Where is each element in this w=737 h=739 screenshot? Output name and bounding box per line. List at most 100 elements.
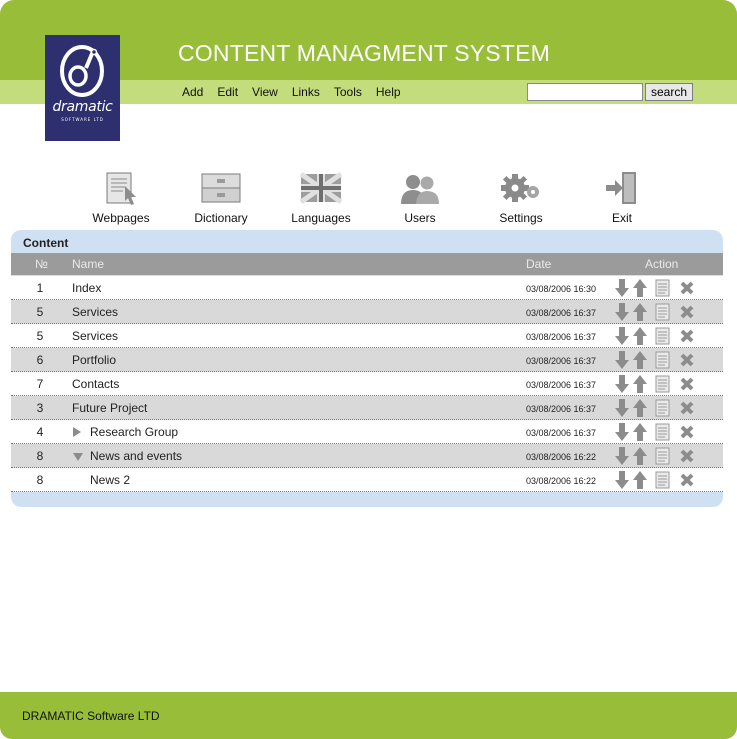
- toolbar-label: Dictionary: [194, 211, 248, 225]
- move-down-icon[interactable]: [615, 423, 629, 441]
- table-row[interactable]: 5 Services 03/08/2006 16:37: [11, 324, 723, 348]
- row-date: 03/08/2006 16:37: [526, 332, 597, 342]
- row-actions: [615, 399, 699, 417]
- toolbar-label: Webpages: [92, 211, 150, 225]
- toolbar-exit[interactable]: Exit: [582, 170, 662, 225]
- row-name[interactable]: Portfolio: [72, 353, 116, 367]
- move-down-icon[interactable]: [615, 279, 629, 297]
- move-up-icon[interactable]: [633, 303, 647, 321]
- row-name[interactable]: Research Group: [90, 425, 178, 439]
- row-number: 1: [36, 281, 44, 295]
- edit-document-icon[interactable]: [655, 279, 671, 297]
- menu-item-view[interactable]: View: [252, 85, 278, 99]
- edit-document-icon[interactable]: [655, 375, 671, 393]
- toolbar-languages[interactable]: Languages: [281, 170, 361, 225]
- row-name[interactable]: Services: [72, 305, 118, 319]
- logo-subtitle: SOFTWARE LTD: [61, 117, 104, 122]
- menu-item-tools[interactable]: Tools: [334, 85, 362, 99]
- gears-icon: [501, 174, 539, 202]
- toolbar-users[interactable]: Users: [380, 170, 460, 225]
- toolbar-label: Settings: [499, 211, 543, 225]
- row-name[interactable]: Services: [72, 329, 118, 343]
- footer-text: DRAMATIC Software LTD: [22, 709, 160, 723]
- edit-document-icon[interactable]: [655, 351, 671, 369]
- menu-item-links[interactable]: Links: [292, 85, 320, 99]
- move-down-icon[interactable]: [615, 447, 629, 465]
- content-title: Content: [23, 236, 69, 250]
- table-row[interactable]: 4 Research Group 03/08/2006 16:37: [11, 420, 723, 444]
- toolbar-label: Exit: [611, 211, 632, 225]
- row-number: 7: [36, 377, 44, 391]
- table-row[interactable]: 1 Index 03/08/2006 16:30: [11, 276, 723, 300]
- move-up-icon[interactable]: [633, 471, 647, 489]
- row-date: 03/08/2006 16:37: [526, 356, 597, 366]
- row-number: 8: [36, 449, 44, 463]
- edit-document-icon[interactable]: [655, 303, 671, 321]
- toolbar-label: Users: [404, 211, 436, 225]
- move-down-icon[interactable]: [615, 327, 629, 345]
- row-name[interactable]: Future Project: [72, 401, 147, 415]
- delete-icon[interactable]: [679, 375, 695, 393]
- row-number: 5: [36, 305, 44, 319]
- delete-icon[interactable]: [679, 423, 695, 441]
- move-down-icon[interactable]: [615, 303, 629, 321]
- column-header-date: Date: [526, 257, 552, 271]
- row-name[interactable]: News and events: [90, 449, 182, 463]
- move-up-icon[interactable]: [633, 447, 647, 465]
- move-down-icon[interactable]: [615, 471, 629, 489]
- delete-icon[interactable]: [679, 471, 695, 489]
- move-down-icon[interactable]: [615, 375, 629, 393]
- delete-icon[interactable]: [679, 351, 695, 369]
- logo-wordmark: dramatic: [52, 99, 113, 115]
- move-up-icon[interactable]: [633, 375, 647, 393]
- move-up-icon[interactable]: [633, 399, 647, 417]
- edit-document-icon[interactable]: [655, 471, 671, 489]
- row-date: 03/08/2006 16:37: [526, 404, 597, 414]
- search-input[interactable]: [527, 83, 643, 101]
- delete-icon[interactable]: [679, 327, 695, 345]
- move-up-icon[interactable]: [633, 327, 647, 345]
- menu-item-edit[interactable]: Edit: [217, 85, 238, 99]
- row-name[interactable]: Index: [72, 281, 101, 295]
- search-button[interactable]: search: [645, 83, 693, 101]
- row-name[interactable]: Contacts: [72, 377, 119, 391]
- move-up-icon[interactable]: [633, 279, 647, 297]
- table-row[interactable]: 3 Future Project 03/08/2006 16:37: [11, 396, 723, 420]
- edit-document-icon[interactable]: [655, 399, 671, 417]
- move-down-icon[interactable]: [615, 351, 629, 369]
- delete-icon[interactable]: [679, 447, 695, 465]
- column-header-action: Action: [645, 257, 679, 271]
- row-name[interactable]: News 2: [90, 473, 130, 487]
- row-date: 03/08/2006 16:22: [526, 476, 597, 486]
- row-date: 03/08/2006 16:30: [526, 284, 597, 294]
- row-number: 4: [36, 425, 44, 439]
- exit-door-icon: [606, 172, 636, 204]
- table-row[interactable]: 8 News 2 03/08/2006 16:22: [11, 468, 723, 492]
- move-up-icon[interactable]: [633, 423, 647, 441]
- dramatic-logo[interactable]: dramatic SOFTWARE LTD: [45, 35, 120, 141]
- toolbar-webpages[interactable]: Webpages: [81, 170, 161, 225]
- row-date: 03/08/2006 16:37: [526, 428, 597, 438]
- row-actions: [615, 303, 699, 321]
- edit-document-icon[interactable]: [655, 423, 671, 441]
- expand-arrow-icon[interactable]: [72, 426, 82, 438]
- delete-icon[interactable]: [679, 399, 695, 417]
- table-row[interactable]: 8 News and events 03/08/2006 16:22: [11, 444, 723, 468]
- edit-document-icon[interactable]: [655, 447, 671, 465]
- delete-icon[interactable]: [679, 279, 695, 297]
- delete-icon[interactable]: [679, 303, 695, 321]
- webpages-icon: [106, 172, 136, 205]
- table-row[interactable]: 7 Contacts 03/08/2006 16:37: [11, 372, 723, 396]
- toolbar-settings[interactable]: Settings: [481, 170, 561, 225]
- row-actions: [615, 351, 699, 369]
- table-row[interactable]: 5 Services 03/08/2006 16:37: [11, 300, 723, 324]
- move-down-icon[interactable]: [615, 399, 629, 417]
- menu-item-help[interactable]: Help: [376, 85, 401, 99]
- table-row[interactable]: 6 Portfolio 03/08/2006 16:37: [11, 348, 723, 372]
- toolbar-dictionary[interactable]: Dictionary: [181, 170, 261, 225]
- move-up-icon[interactable]: [633, 351, 647, 369]
- collapse-arrow-icon[interactable]: [72, 452, 84, 462]
- menu-item-add[interactable]: Add: [182, 85, 203, 99]
- row-actions: [615, 447, 699, 465]
- edit-document-icon[interactable]: [655, 327, 671, 345]
